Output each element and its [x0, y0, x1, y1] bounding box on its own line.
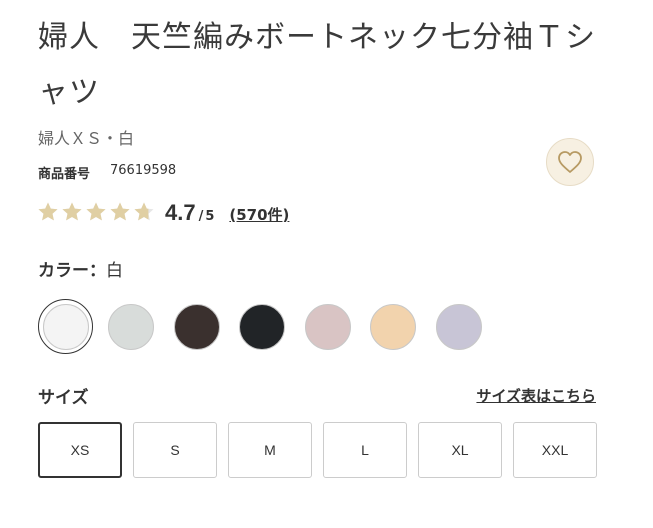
color-swatch-4[interactable]	[235, 299, 290, 354]
color-swatch-fill	[304, 303, 351, 350]
size-option-xxl[interactable]: XXL	[513, 422, 597, 478]
color-label: カラー：	[38, 261, 106, 281]
color-swatch-fill	[370, 303, 416, 350]
color-swatch-6[interactable]	[366, 299, 421, 354]
favorite-button[interactable]	[546, 138, 594, 186]
color-swatch-5[interactable]	[300, 299, 355, 354]
heart-icon	[558, 151, 582, 173]
size-option-s[interactable]: S	[133, 422, 217, 478]
color-swatch-3[interactable]	[169, 299, 224, 354]
product-number-row: 商品番号 76619598	[38, 163, 176, 182]
color-swatch-fill	[108, 303, 154, 350]
star-icon	[38, 202, 58, 221]
size-option-m[interactable]: M	[228, 422, 312, 478]
color-swatches	[38, 299, 497, 354]
rating-stars	[37, 201, 155, 223]
rating-score: 4.7	[165, 200, 196, 225]
star-icon	[110, 202, 130, 221]
size-option-xs[interactable]: XS	[38, 422, 122, 478]
rating-row: 4.7 /5 (570件)	[37, 198, 289, 226]
color-swatch-fill	[173, 303, 220, 350]
selected-variant: 婦人ＸＳ・白	[38, 129, 135, 148]
star-icon	[86, 202, 106, 221]
size-option-xl[interactable]: XL	[418, 422, 502, 478]
color-swatch-fill	[239, 303, 285, 350]
color-selected-value: 白	[106, 261, 123, 281]
color-selection-label: カラー：白	[38, 256, 123, 281]
size-label: サイズ	[38, 388, 89, 408]
star-icon	[62, 202, 82, 221]
color-swatch-7[interactable]	[431, 299, 486, 354]
rating-out-of: /5	[198, 209, 215, 224]
product-number-value: 76619598	[110, 163, 177, 178]
color-swatch-2[interactable]	[104, 299, 159, 354]
color-swatch-1[interactable]	[38, 299, 93, 354]
star-icon	[134, 202, 154, 221]
size-option-l[interactable]: L	[323, 422, 407, 478]
product-number-label: 商品番号	[38, 167, 91, 182]
color-swatch-fill	[435, 303, 482, 350]
size-options: XS S M L XL XXL	[38, 422, 608, 478]
size-chart-link[interactable]: サイズ表はこちら	[476, 385, 596, 406]
review-count-link[interactable]: (570件)	[229, 204, 289, 225]
product-title: 婦人 天竺編みボートネック七分袖Ｔシャツ	[38, 20, 596, 110]
rating-max: 5	[205, 209, 215, 224]
color-swatch-fill	[42, 303, 89, 350]
